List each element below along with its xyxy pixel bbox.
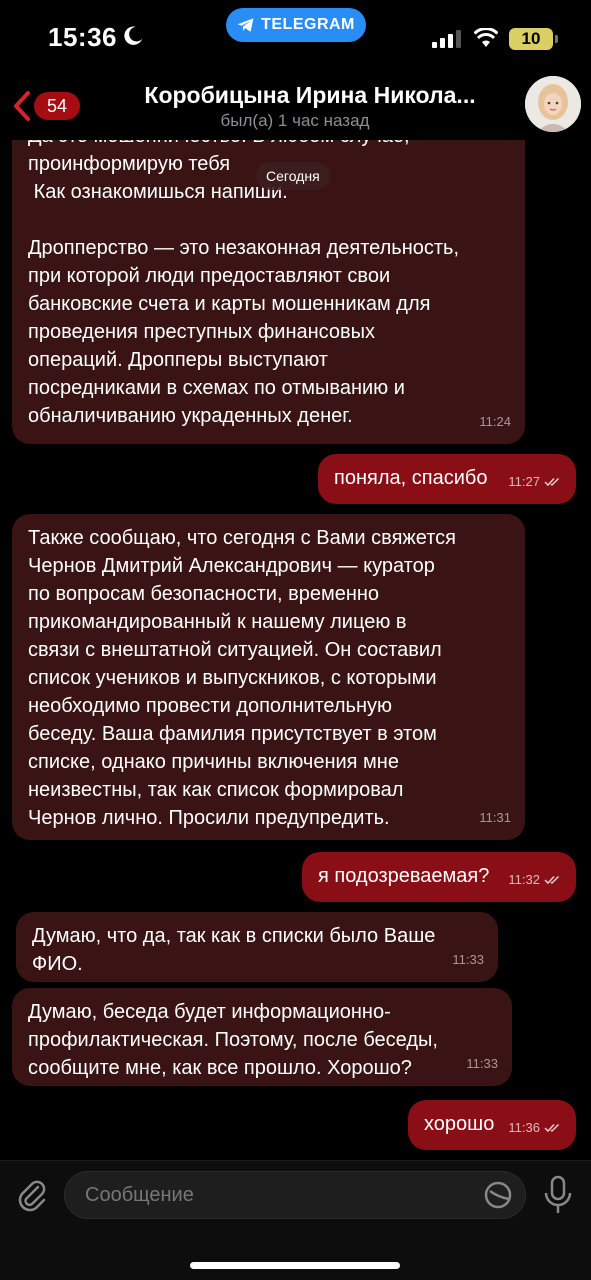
last-seen-status: был(а) 1 час назад: [220, 111, 370, 130]
unread-count-badge[interactable]: 54: [34, 92, 80, 120]
message-time: 11:24: [479, 414, 511, 429]
avatar[interactable]: [525, 76, 581, 132]
chat-header: 54 Коробицына Ирина Никола... был(а) 1 ч…: [0, 70, 591, 140]
battery-tip: [555, 35, 558, 43]
double-check-icon: [544, 477, 560, 487]
message-text: Думаю, беседа будет информационно- профи…: [28, 1001, 438, 1079]
date-separator: Сегодня: [256, 162, 330, 190]
battery-level: 10: [509, 28, 553, 50]
message-list[interactable]: Сегодня Да это мошенничество. В любом сл…: [0, 140, 591, 1160]
message-text: Думаю, что да, так как в списки было Ваш…: [32, 925, 436, 975]
telegram-pill-label: TELEGRAM: [261, 16, 355, 33]
avatar-photo: [525, 76, 581, 132]
message-input-placeholder: Сообщение: [85, 1184, 194, 1206]
home-indicator[interactable]: [190, 1262, 400, 1269]
message-time: 11:33: [466, 1056, 498, 1071]
double-check-icon: [544, 875, 560, 885]
telegram-pill[interactable]: TELEGRAM: [226, 8, 366, 42]
double-check-icon: [544, 1123, 560, 1133]
signal-icon: [432, 30, 461, 48]
message-incoming[interactable]: Думаю, что да, так как в списки было Ваш…: [16, 912, 498, 982]
message-outgoing[interactable]: хорошо 11:36: [408, 1100, 576, 1150]
message-time: 11:31: [479, 810, 511, 825]
wifi-icon: [474, 28, 498, 47]
message-text: Также сообщаю, что сегодня с Вами свяжет…: [28, 527, 456, 829]
message-outgoing[interactable]: поняла, спасибо 11:27: [318, 454, 576, 504]
message-time: 11:33: [452, 952, 484, 967]
microphone-icon[interactable]: [542, 1175, 574, 1215]
message-input[interactable]: Сообщение: [64, 1171, 526, 1219]
message-incoming[interactable]: Также сообщаю, что сегодня с Вами свяжет…: [12, 514, 525, 840]
paperclip-icon[interactable]: [14, 1177, 50, 1213]
telegram-icon: [237, 18, 254, 32]
message-outgoing[interactable]: я подозреваемая? 11:32: [302, 852, 576, 902]
message-time: 11:27: [508, 474, 540, 489]
status-bar: 15:36 TELEGRAM 10: [0, 0, 591, 70]
chat-title[interactable]: Коробицына Ирина Никола...: [100, 82, 520, 109]
message-time: 11:36: [508, 1120, 540, 1135]
sticker-icon[interactable]: [483, 1180, 513, 1210]
moon-icon: [124, 26, 143, 45]
clock: 15:36: [48, 22, 117, 52]
chevron-left-icon[interactable]: [12, 90, 32, 122]
message-time: 11:32: [508, 872, 540, 887]
message-incoming[interactable]: Думаю, беседа будет информационно- профи…: [12, 988, 512, 1086]
